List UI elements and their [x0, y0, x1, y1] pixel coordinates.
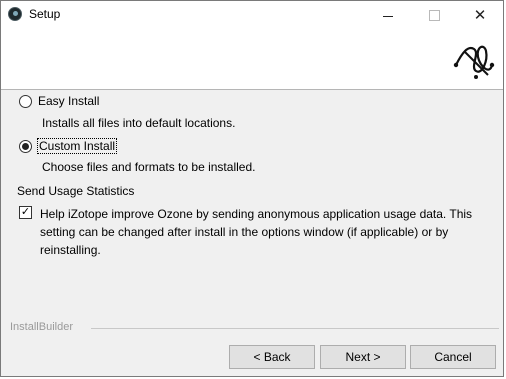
close-button[interactable]: ✕	[457, 1, 503, 29]
usage-stats-checkbox[interactable]: ✓	[19, 206, 32, 219]
usage-stats-text: Help iZotope improve Ozone by sending an…	[40, 207, 473, 257]
custom-install-radio[interactable]	[19, 139, 32, 153]
custom-install-label: Custom Install	[37, 138, 118, 154]
cancel-button[interactable]: Cancel	[410, 345, 496, 369]
footer-divider	[91, 328, 499, 329]
close-icon: ✕	[473, 7, 487, 24]
next-button[interactable]: Next >	[320, 345, 406, 369]
custom-install-description: Choose files and formats to be installed…	[42, 160, 256, 174]
back-button[interactable]: < Back	[229, 345, 315, 369]
header-banner	[1, 29, 503, 90]
custom-install-option[interactable]: Custom Install	[19, 138, 118, 154]
setup-window: Setup ✕ Easy Install Installs all files …	[0, 0, 504, 377]
minimize-icon	[383, 15, 393, 17]
maximize-icon	[428, 9, 440, 21]
usage-section-label: Send Usage Statistics	[17, 184, 135, 198]
installbuilder-brand: InstallBuilder	[10, 321, 73, 333]
izotope-logo-icon	[453, 45, 495, 79]
easy-install-option[interactable]: Easy Install	[19, 94, 100, 108]
app-icon	[8, 7, 22, 21]
window-title: Setup	[29, 7, 61, 21]
usage-stats-option[interactable]: ✓ Help iZotope improve Ozone by sending …	[19, 205, 492, 259]
title-bar: Setup ✕	[1, 1, 503, 29]
maximize-button	[411, 1, 457, 29]
minimize-button[interactable]	[365, 1, 411, 29]
checkmark-icon: ✓	[20, 206, 31, 218]
easy-install-radio[interactable]	[19, 94, 32, 108]
easy-install-description: Installs all files into default location…	[42, 116, 236, 130]
easy-install-label: Easy Install	[38, 94, 100, 108]
